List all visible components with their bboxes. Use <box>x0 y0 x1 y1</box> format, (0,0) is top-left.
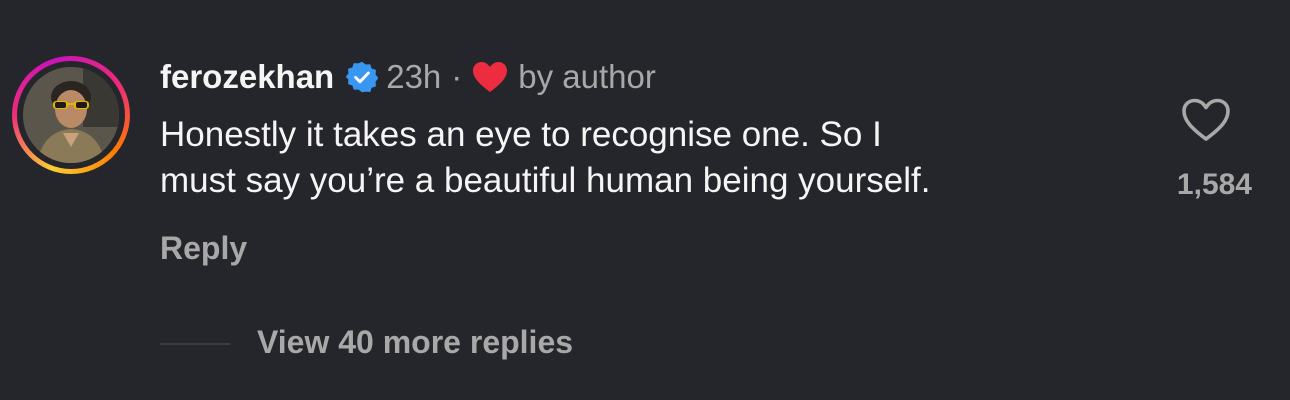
meta-separator: · <box>451 58 463 95</box>
liked-by-author-label: by author <box>518 58 656 95</box>
comment-text-line: must say you’re a beautiful human being … <box>160 161 931 200</box>
username[interactable]: ferozekhan <box>160 58 334 96</box>
replies-divider <box>160 343 230 345</box>
comment-text-line: Honestly it takes an eye to recognise on… <box>160 115 882 154</box>
comment-header: ferozekhan 23h · by author <box>160 54 656 100</box>
verified-badge-icon <box>346 61 379 93</box>
comment-timestamp: 23h <box>386 58 442 95</box>
heart-filled-icon <box>473 62 508 92</box>
heart-outline-icon[interactable] <box>1181 98 1231 142</box>
view-more-replies-button[interactable]: View 40 more replies <box>257 324 573 361</box>
like-count: 1,584 <box>1176 168 1252 201</box>
avatar-image <box>23 67 119 163</box>
avatar[interactable] <box>12 56 130 174</box>
reply-button[interactable]: Reply <box>160 230 247 267</box>
comment-text: Honestly it takes an eye to recognise on… <box>160 112 1140 204</box>
